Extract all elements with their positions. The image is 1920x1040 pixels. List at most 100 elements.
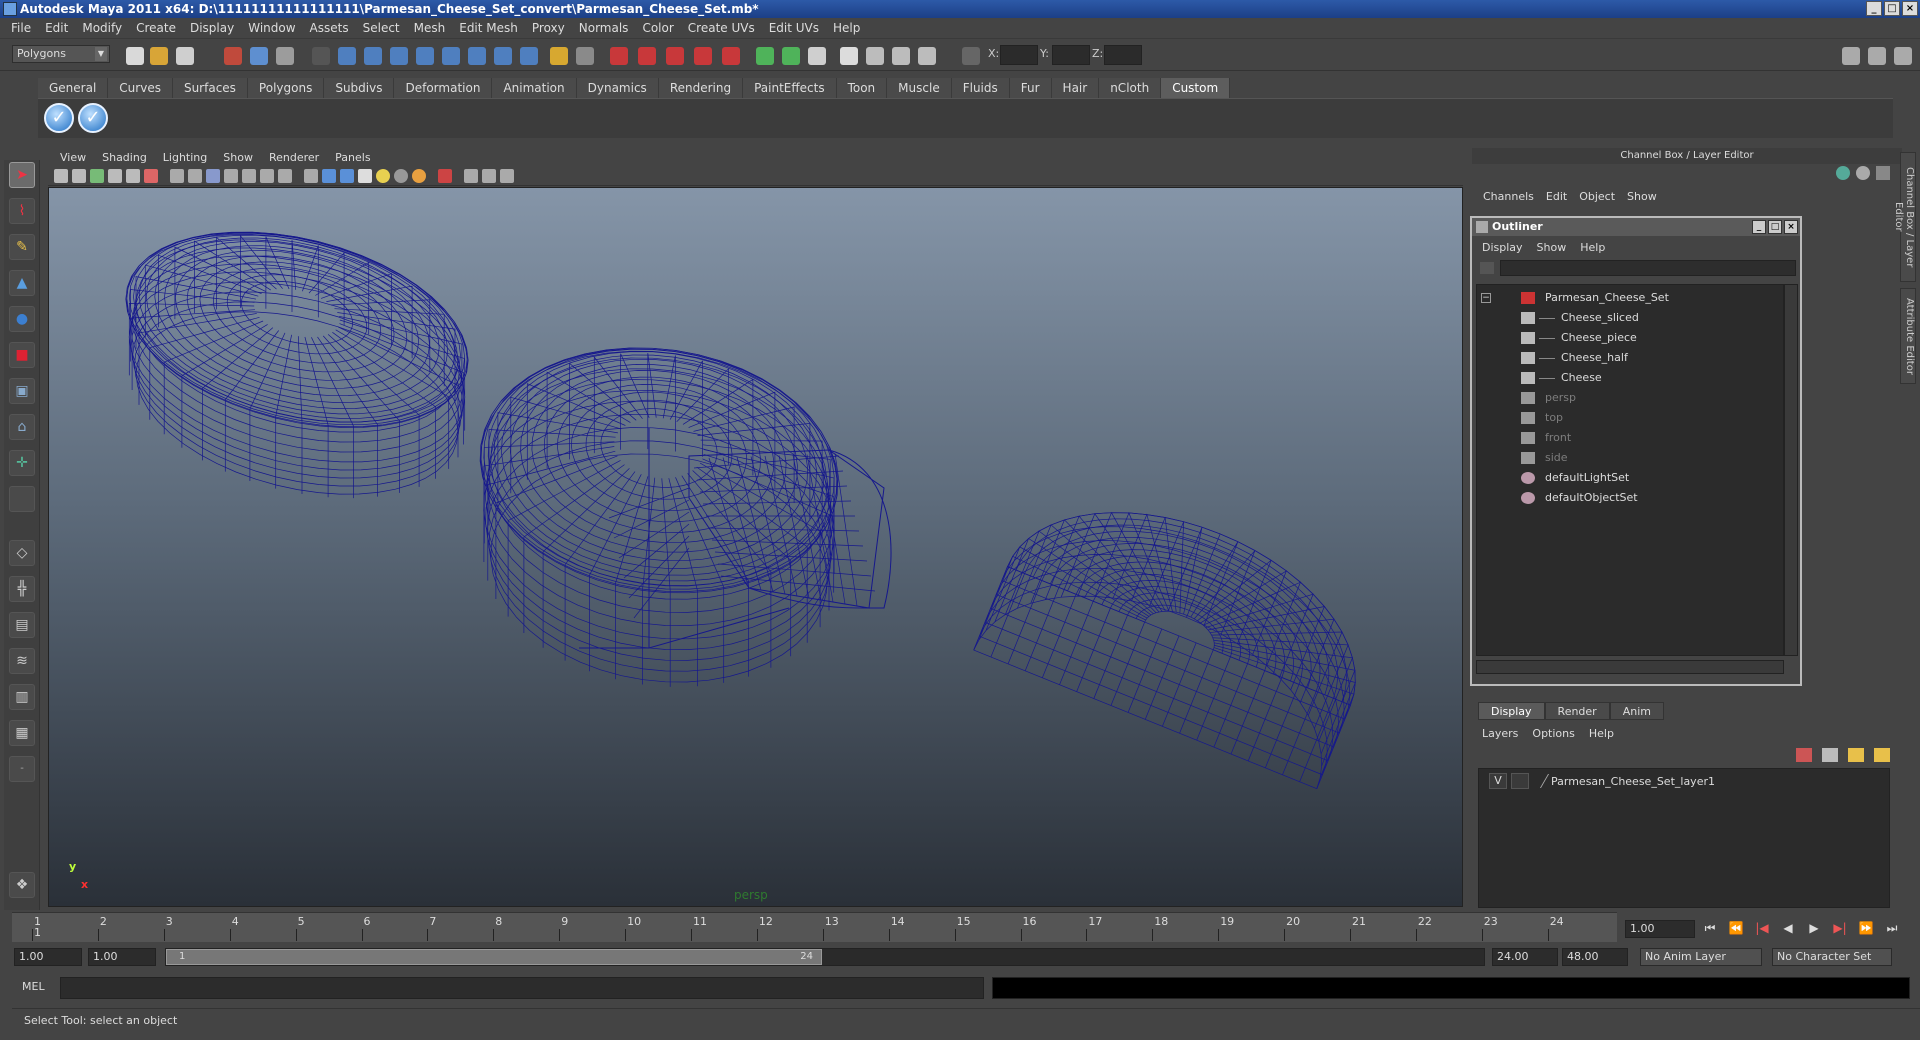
outliner-search-input[interactable] <box>1500 260 1796 276</box>
outliner-item-cheese-half[interactable]: Cheese_half <box>1477 349 1777 367</box>
outliner-item-cheese-sliced[interactable]: Cheese_sliced <box>1477 309 1777 327</box>
vp-menu-view[interactable]: View <box>52 151 94 164</box>
hardware-texturing-icon[interactable] <box>500 169 514 183</box>
menu-window[interactable]: Window <box>241 21 302 35</box>
select-misc-icon[interactable] <box>520 47 538 65</box>
vp-menu-show[interactable]: Show <box>215 151 261 164</box>
cb-menu-edit[interactable]: Edit <box>1543 190 1576 203</box>
new-layer-from-selection-icon[interactable] <box>1874 748 1890 762</box>
vp-menu-shading[interactable]: Shading <box>94 151 155 164</box>
safe-action-icon[interactable] <box>260 169 274 183</box>
z-field[interactable] <box>1104 45 1142 65</box>
2d-pan-zoom-icon[interactable] <box>126 169 140 183</box>
channel-box-attr-icon[interactable] <box>1836 166 1850 180</box>
cb-menu-object[interactable]: Object <box>1576 190 1624 203</box>
range-slider-handle[interactable]: 1 24 <box>166 949 822 965</box>
outliner-menu-help[interactable]: Help <box>1576 241 1615 254</box>
shelf-tab-custom[interactable]: Custom <box>1161 78 1231 98</box>
shelf-tab-animation[interactable]: Animation <box>492 78 577 98</box>
outliner-menu-show[interactable]: Show <box>1533 241 1577 254</box>
vp-menu-lighting[interactable]: Lighting <box>155 151 215 164</box>
camera-attributes-icon[interactable] <box>72 169 86 183</box>
menu-help[interactable]: Help <box>826 21 867 35</box>
shelf-tab-muscle[interactable]: Muscle <box>887 78 952 98</box>
layout-more-icon[interactable]: - <box>9 756 35 782</box>
vp-menu-panels[interactable]: Panels <box>327 151 378 164</box>
cb-menu-show[interactable]: Show <box>1624 190 1666 203</box>
cb-menu-channels[interactable]: Channels <box>1480 190 1543 203</box>
outliner-minimize-button[interactable]: _ <box>1752 220 1766 234</box>
image-plane-icon[interactable] <box>108 169 122 183</box>
grid-icon[interactable] <box>170 169 184 183</box>
select-hierarchy-icon[interactable] <box>224 47 242 65</box>
mel-command-input[interactable] <box>60 977 984 999</box>
universal-manipulator-icon[interactable]: ▣ <box>9 378 35 404</box>
shelf-tab-deformation[interactable]: Deformation <box>394 78 493 98</box>
move-tool-icon[interactable]: ▲ <box>9 270 35 296</box>
show-manipulator-icon[interactable]: ✛ <box>9 450 35 476</box>
shelf-tab-rendering[interactable]: Rendering <box>658 78 744 98</box>
new-layer-icon[interactable] <box>1848 748 1864 762</box>
menu-edit-uvs[interactable]: Edit UVs <box>762 21 826 35</box>
layer-display-type-toggle[interactable] <box>1511 773 1529 789</box>
shelf-tab-curves[interactable]: Curves <box>108 78 173 98</box>
default-lighting-icon[interactable] <box>376 169 390 183</box>
side-tab-attribute-editor[interactable]: Attribute Editor <box>1900 288 1916 384</box>
channel-box-display-icon[interactable] <box>1856 166 1870 180</box>
shelf-checkmark-button-1[interactable]: ✓ <box>44 103 74 133</box>
isolate-select-icon[interactable] <box>438 169 452 183</box>
select-joints-icon[interactable] <box>364 47 382 65</box>
toggle-channel-box-icon[interactable] <box>1842 47 1860 65</box>
outliner-list[interactable]: − Parmesan_Cheese_Set Cheese_sliced Chee… <box>1476 284 1784 656</box>
open-scene-icon[interactable] <box>150 47 168 65</box>
snap-view-plane-icon[interactable] <box>694 47 712 65</box>
go-to-start-icon[interactable]: ⏮ <box>1700 918 1720 938</box>
play-forwards-icon[interactable]: ▶ <box>1804 918 1824 938</box>
select-dynamics-icon[interactable] <box>468 47 486 65</box>
channel-box-pin-icon[interactable] <box>1876 166 1890 180</box>
outliner-item-parmesan-cheese-set[interactable]: − Parmesan_Cheese_Set <box>1477 289 1777 307</box>
gate-mask-icon[interactable] <box>224 169 238 183</box>
outliner-item-front[interactable]: front <box>1477 429 1777 447</box>
go-to-end-icon[interactable]: ⏭ <box>1882 918 1902 938</box>
rotate-tool-icon[interactable]: ● <box>9 306 35 332</box>
select-handles-icon[interactable] <box>338 47 356 65</box>
select-deformations-icon[interactable] <box>442 47 460 65</box>
shelf-checkmark-button-2[interactable]: ✓ <box>78 103 108 133</box>
transform-input-mode-icon[interactable] <box>962 47 980 65</box>
quick-layout-icon[interactable]: ❖ <box>9 872 35 898</box>
select-rendering-icon[interactable] <box>494 47 512 65</box>
range-slider[interactable]: 1 24 <box>165 948 1485 966</box>
layout-hypershade-icon[interactable]: ▥ <box>9 684 35 710</box>
menu-proxy[interactable]: Proxy <box>525 21 572 35</box>
snap-grid-icon[interactable] <box>610 47 628 65</box>
construction-history-icon[interactable] <box>808 47 826 65</box>
layout-persp-graph-icon[interactable]: ≋ <box>9 648 35 674</box>
mask-dropdown-icon[interactable] <box>312 47 330 65</box>
outliner-item-side[interactable]: side <box>1477 449 1777 467</box>
outliner-item-cheese-piece[interactable]: Cheese_piece <box>1477 329 1777 347</box>
shelf-tab-fur[interactable]: Fur <box>1009 78 1052 98</box>
close-button[interactable]: × <box>1902 1 1918 16</box>
make-live-icon[interactable] <box>722 47 740 65</box>
layout-four-pane-icon[interactable]: ╬ <box>9 576 35 602</box>
shelf-tab-painteffects[interactable]: PaintEffects <box>743 78 837 98</box>
select-tool-icon[interactable]: ➤ <box>9 162 35 188</box>
layer-tab-render[interactable]: Render <box>1544 702 1610 720</box>
script-language-toggle[interactable]: MEL <box>22 980 45 993</box>
playback-end-field[interactable]: 24.00 <box>1492 948 1558 966</box>
shelf-tab-ncloth[interactable]: nCloth <box>1099 78 1162 98</box>
xray-joints-icon[interactable] <box>482 169 496 183</box>
outliner-item-default-object-set[interactable]: defaultObjectSet <box>1477 489 1777 507</box>
xray-icon[interactable] <box>464 169 478 183</box>
shelf-tab-fluids[interactable]: Fluids <box>951 78 1010 98</box>
wireframe-on-shaded-icon[interactable] <box>340 169 354 183</box>
layer-row[interactable]: V Parmesan_Cheese_Set_layer1 <box>1483 773 1883 791</box>
select-component-icon[interactable] <box>276 47 294 65</box>
step-forward-icon[interactable]: ⏩ <box>1856 918 1876 938</box>
camera-select-icon[interactable] <box>54 169 68 183</box>
anim-end-field[interactable]: 48.00 <box>1562 948 1628 966</box>
move-layer-up-icon[interactable] <box>1796 748 1812 762</box>
lock-selection-icon[interactable] <box>550 47 568 65</box>
menu-mesh[interactable]: Mesh <box>407 21 453 35</box>
